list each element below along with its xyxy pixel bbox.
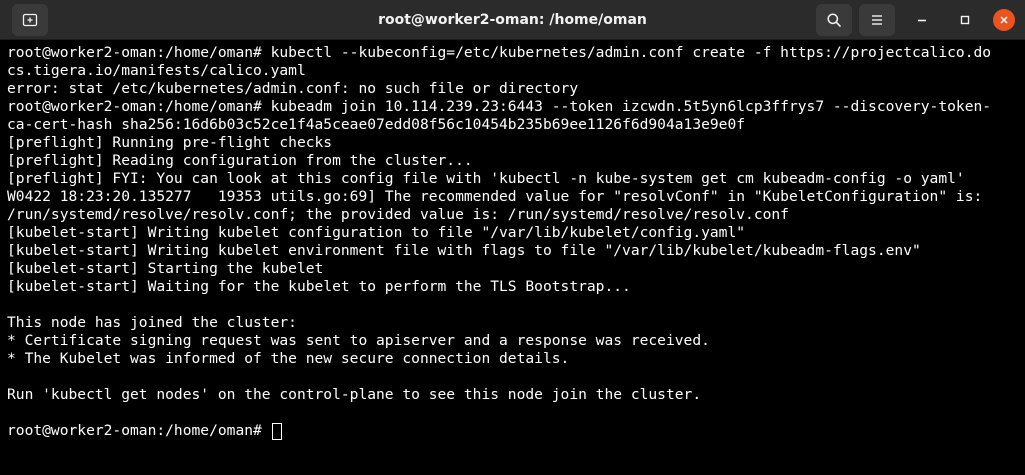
terminal-line: * The Kubelet was informed of the new se… — [7, 350, 570, 367]
menu-button[interactable] — [859, 4, 895, 36]
terminal-line: root@worker2-oman:/home/oman# kubectl --… — [7, 44, 992, 61]
search-button[interactable] — [816, 4, 852, 36]
terminal-output[interactable]: root@worker2-oman:/home/oman# kubectl --… — [0, 40, 1025, 475]
terminal-line: cs.tigera.io/manifests/calico.yaml — [7, 62, 306, 79]
terminal-window: root@worker2-oman: /home/oman root@worke… — [0, 0, 1025, 475]
minimize-button[interactable] — [906, 4, 938, 36]
hamburger-menu-icon — [872, 15, 882, 25]
close-button[interactable] — [993, 9, 1015, 31]
terminal-line: * Certificate signing request was sent t… — [7, 332, 710, 349]
maximize-button[interactable] — [949, 4, 981, 36]
terminal-line: error: stat /etc/kubernetes/admin.conf: … — [7, 80, 579, 97]
text-cursor — [271, 422, 282, 440]
terminal-line: Run 'kubectl get nodes' on the control-p… — [7, 386, 702, 403]
close-icon — [1000, 16, 1008, 24]
shell-prompt: root@worker2-oman:/home/oman# — [7, 422, 271, 439]
terminal-line: [kubelet-start] Waiting for the kubelet … — [7, 278, 631, 295]
command-prompt-line[interactable]: root@worker2-oman:/home/oman# — [7, 422, 1025, 440]
new-tab-button[interactable] — [12, 4, 48, 36]
new-tab-icon — [22, 13, 38, 27]
terminal-line: [preflight] Reading configuration from t… — [7, 152, 473, 169]
title-bar[interactable]: root@worker2-oman: /home/oman — [0, 0, 1025, 40]
terminal-line: root@worker2-oman:/home/oman# kubeadm jo… — [7, 98, 992, 115]
terminal-line: ca-cert-hash sha256:16d6b03c52ce1f4a5cea… — [7, 116, 746, 133]
maximize-icon — [960, 15, 970, 25]
terminal-line: [preflight] Running pre-flight checks — [7, 134, 333, 151]
search-icon — [827, 13, 841, 27]
terminal-line: [kubelet-start] Writing kubelet configur… — [7, 224, 746, 241]
minimize-icon — [918, 19, 926, 22]
terminal-line: [preflight] FYI: You can look at this co… — [7, 170, 965, 187]
terminal-line: [kubelet-start] Writing kubelet environm… — [7, 242, 921, 259]
terminal-line: [kubelet-start] Starting the kubelet — [7, 260, 324, 277]
terminal-line: W0422 18:23:20.135277 19353 utils.go:69]… — [7, 188, 983, 205]
terminal-line: This node has joined the cluster: — [7, 314, 297, 331]
terminal-line: /run/systemd/resolve/resolv.conf; the pr… — [7, 206, 789, 223]
